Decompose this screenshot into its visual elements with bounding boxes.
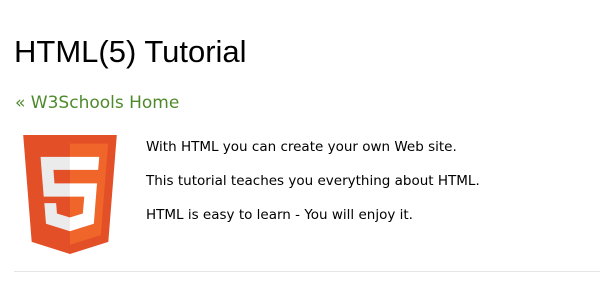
intro-line: With HTML you can create your own Web si… [146,139,457,155]
html5-logo-icon [17,135,123,254]
logo-glyph-right-top [69,156,100,170]
divider [14,271,600,272]
intro-line: HTML is easy to learn - You will enjoy i… [146,207,413,223]
intro-line: This tutorial teaches you everything abo… [146,173,480,189]
intro-text: With HTML you can create your own Web si… [146,137,480,239]
html5-logo-graphic [23,135,117,254]
home-link[interactable]: « W3Schools Home [15,92,179,114]
page-title: HTML(5) Tutorial [14,34,247,69]
